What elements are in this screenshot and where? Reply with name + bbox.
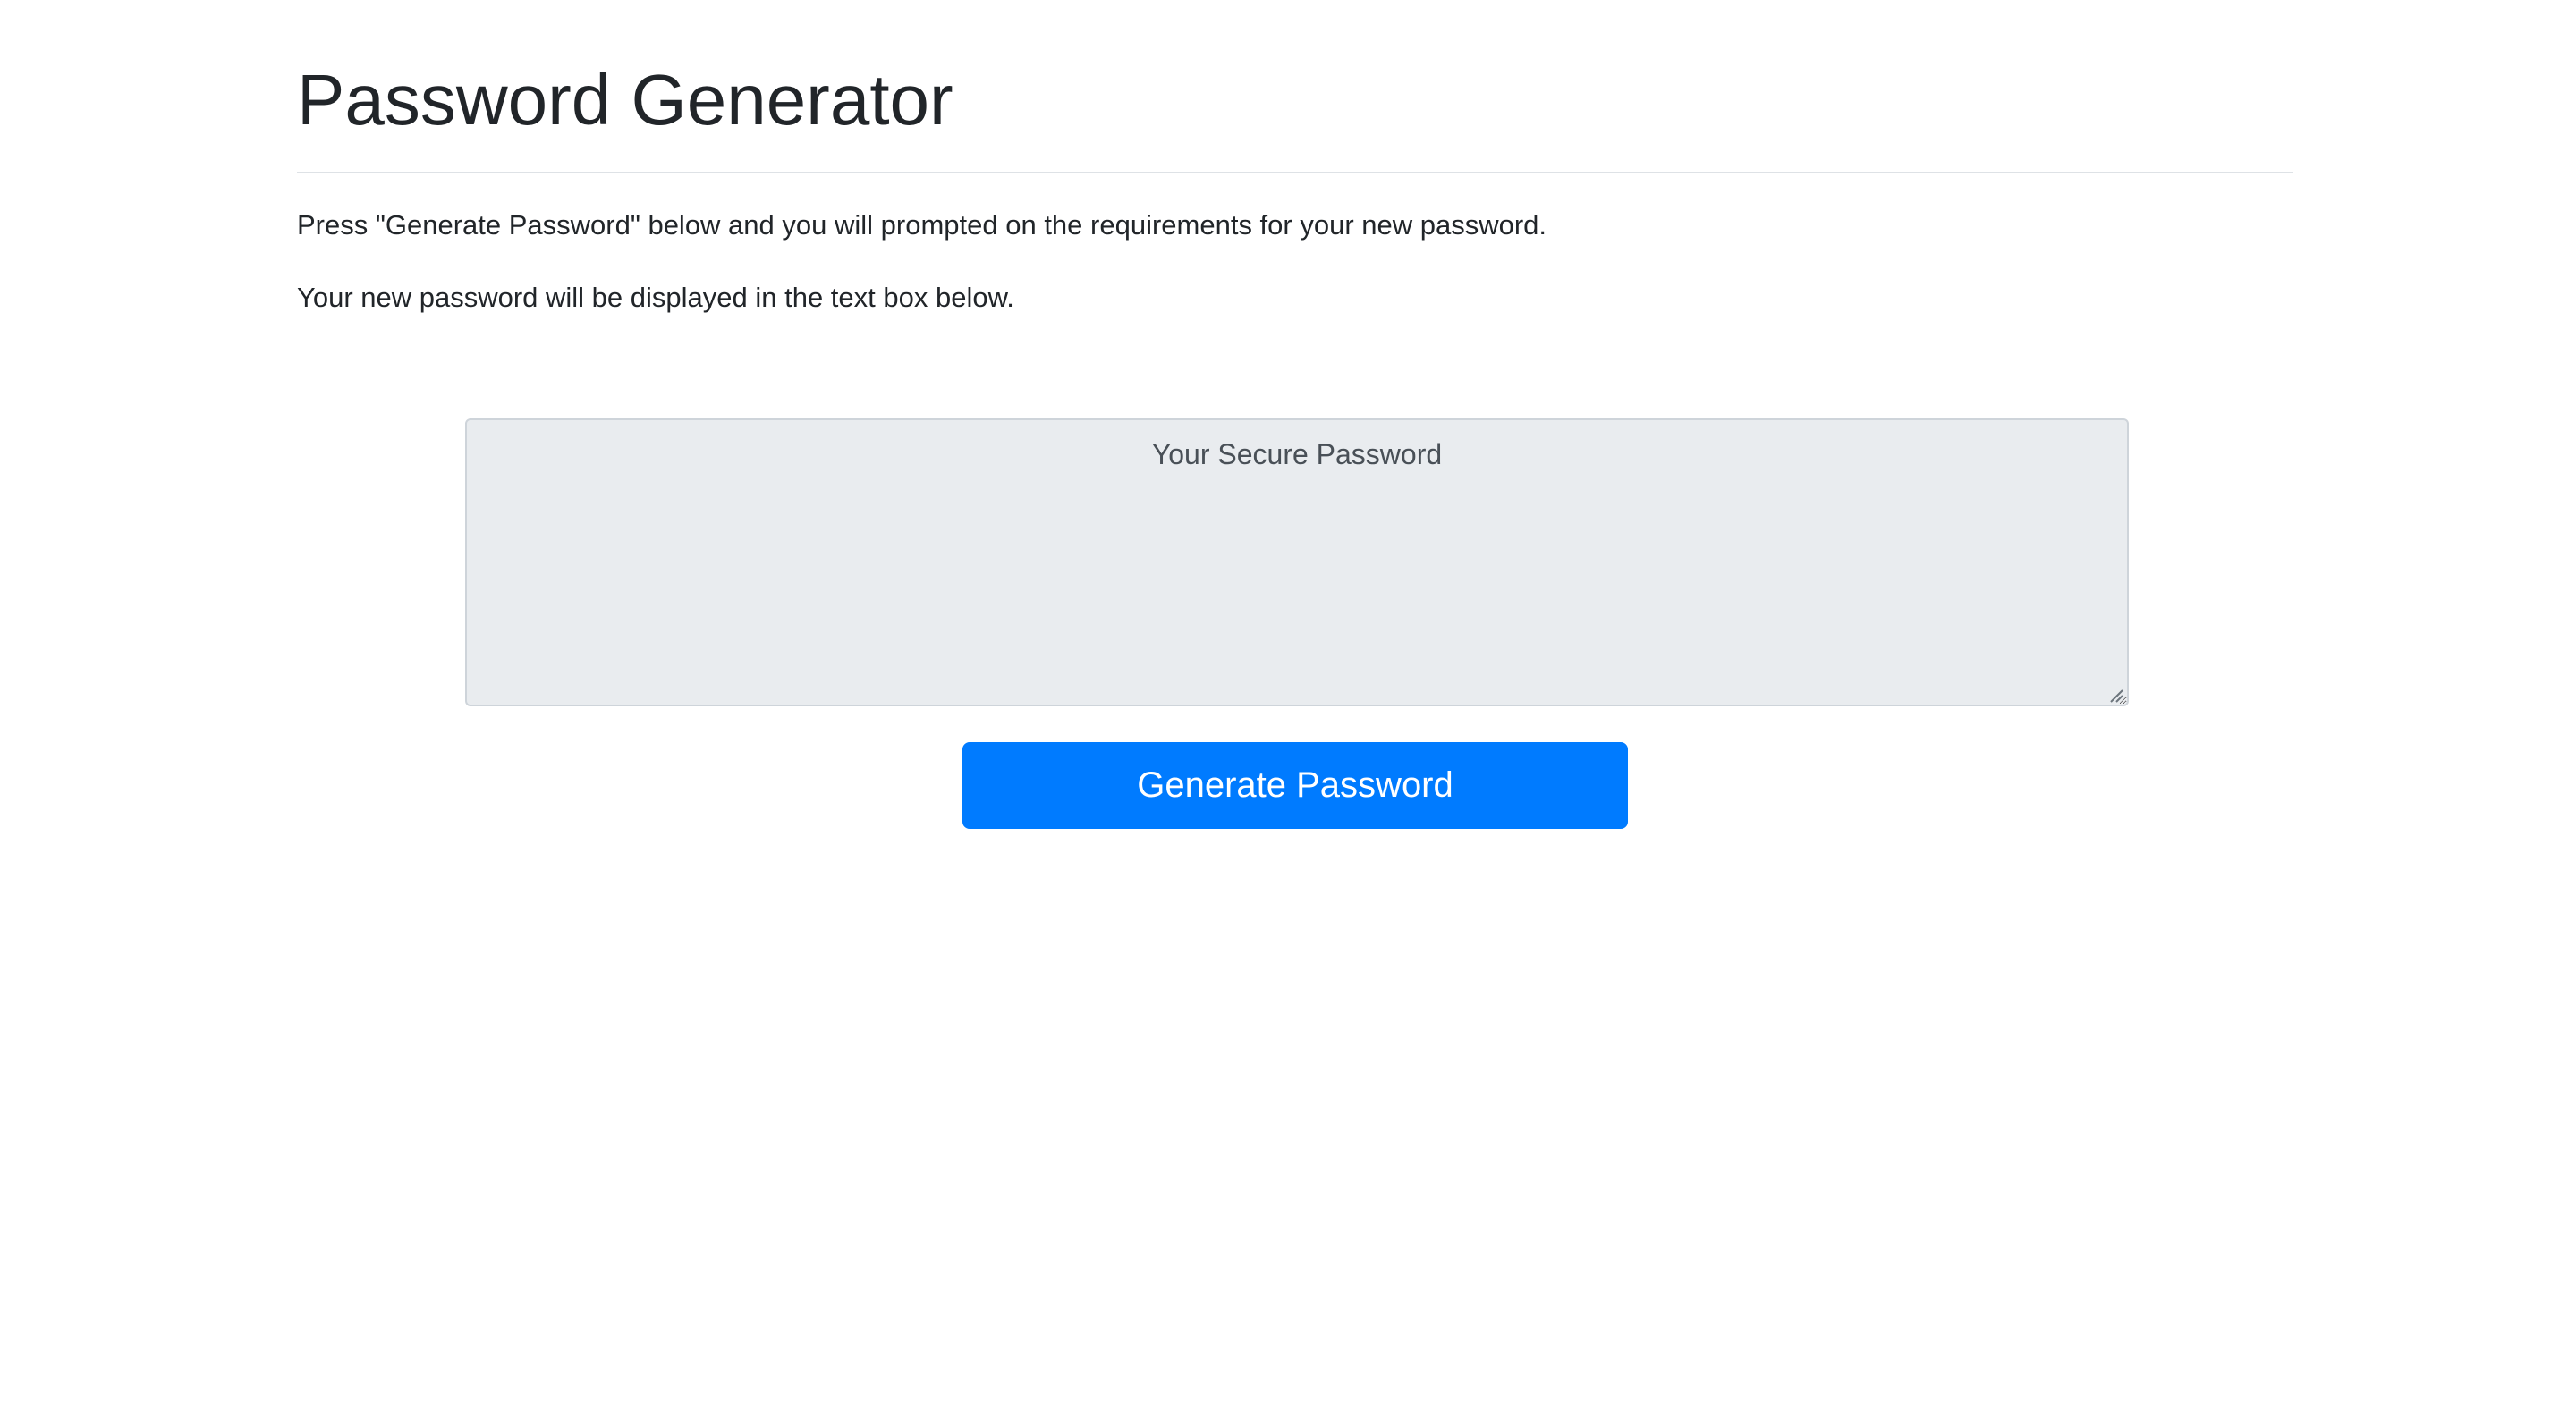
instruction-text-prompt: Press "Generate Password" below and you … [297,209,1547,241]
generate-password-button[interactable]: Generate Password [962,742,1628,829]
page: Password Generator Press "Generate Passw… [0,0,2576,1411]
password-output-textarea[interactable] [465,418,2129,706]
title-divider [297,172,2293,173]
instruction-text-display: Your new password will be displayed in t… [297,282,1014,313]
page-title: Password Generator [297,60,953,139]
